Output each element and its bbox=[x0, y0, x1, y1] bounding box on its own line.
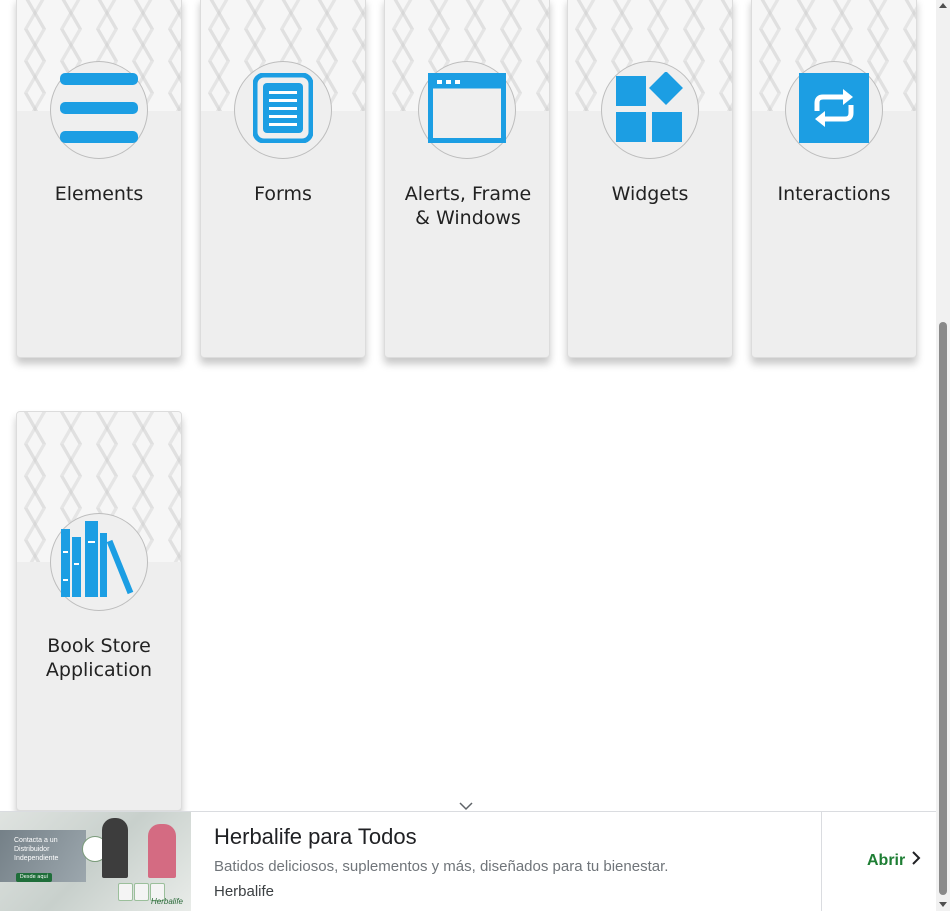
ad-banner[interactable]: Contacta a un Distribuidor Independiente… bbox=[0, 811, 936, 911]
card-icon-ring bbox=[785, 61, 883, 159]
card-label: Alerts, Frame & Windows bbox=[404, 183, 532, 229]
ad-thumbnail-button: Desde aquí bbox=[16, 873, 52, 882]
card-icon-ring bbox=[601, 61, 699, 159]
card-icon-ring bbox=[50, 61, 148, 159]
browser-window-icon bbox=[428, 73, 506, 147]
card-book-store-application[interactable]: Book Store Application bbox=[16, 411, 182, 811]
ad-thumbnail-brand: Herbalife bbox=[150, 897, 183, 906]
ad-open-label: Abrir bbox=[867, 851, 906, 869]
card-alerts-frame-windows[interactable]: Alerts, Frame & Windows bbox=[384, 0, 550, 358]
ad-thumbnail[interactable]: Contacta a un Distribuidor Independiente… bbox=[0, 812, 191, 911]
card-elements[interactable]: Elements bbox=[16, 0, 182, 358]
scroll-down-arrow-icon[interactable] bbox=[939, 902, 947, 907]
document-icon bbox=[252, 72, 314, 147]
ad-thumbnail-person bbox=[148, 824, 176, 878]
ad-thumbnail-person bbox=[102, 818, 128, 878]
card-label: Forms bbox=[254, 183, 312, 205]
card-icon-ring bbox=[418, 61, 516, 159]
ad-description: Batidos deliciosos, suplementos y más, d… bbox=[214, 858, 669, 875]
list-icon bbox=[60, 73, 138, 147]
scrollbar-thumb[interactable] bbox=[939, 322, 947, 895]
ad-open-button[interactable]: Abrir bbox=[867, 850, 921, 871]
ad-title[interactable]: Herbalife para Todos bbox=[214, 824, 417, 850]
ad-thumbnail-product bbox=[118, 883, 133, 901]
chevron-right-icon bbox=[911, 850, 921, 871]
ad-thumbnail-product bbox=[134, 883, 149, 901]
ad-thumbnail-headline: Contacta a un Distribuidor Independiente bbox=[14, 837, 59, 862]
card-label: Interactions bbox=[777, 183, 891, 205]
books-icon bbox=[59, 521, 139, 603]
vertical-scrollbar[interactable] bbox=[936, 0, 950, 911]
scroll-up-arrow-icon[interactable] bbox=[939, 3, 947, 8]
card-label: Elements bbox=[54, 183, 144, 205]
card-widgets[interactable]: Widgets bbox=[567, 0, 733, 358]
card-label: Widgets bbox=[611, 183, 689, 205]
card-forms[interactable]: Forms bbox=[200, 0, 366, 358]
repeat-icon bbox=[799, 73, 869, 147]
card-icon-ring bbox=[234, 61, 332, 159]
widgets-icon bbox=[614, 71, 686, 148]
chevron-down-icon[interactable] bbox=[458, 796, 474, 811]
ad-advertiser: Herbalife bbox=[214, 883, 275, 900]
card-label: Book Store Application bbox=[45, 635, 153, 681]
card-interactions[interactable]: Interactions bbox=[751, 0, 917, 358]
card-icon-ring bbox=[50, 513, 148, 611]
ad-divider bbox=[821, 812, 822, 911]
